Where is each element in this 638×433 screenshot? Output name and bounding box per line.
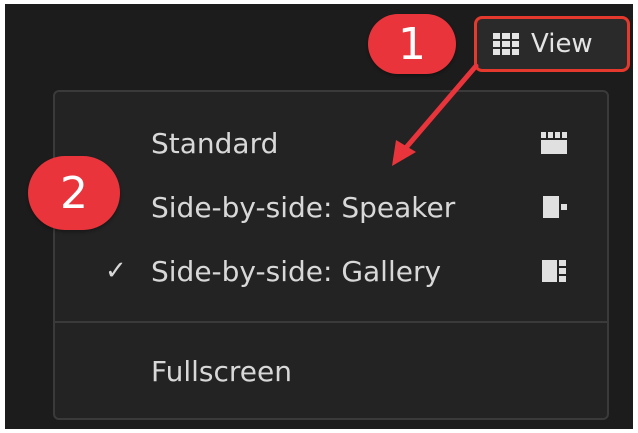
checkmark-icon: ✓ — [105, 256, 127, 286]
gallery-layout-icon — [542, 260, 566, 282]
view-menu: Standard Side-by-side: Speaker ✓ Side-by… — [53, 90, 609, 420]
menu-item-label: Side-by-side: Gallery — [151, 254, 442, 288]
speaker-layout-icon — [543, 196, 567, 218]
grid-icon — [493, 33, 519, 55]
menu-item-label: Side-by-side: Speaker — [151, 190, 456, 224]
menu-item-side-by-side-speaker[interactable]: Side-by-side: Speaker — [55, 176, 607, 238]
menu-item-standard[interactable]: Standard — [55, 112, 607, 174]
menu-item-label: Standard — [151, 126, 279, 160]
menu-item-label: Fullscreen — [151, 354, 292, 388]
view-button[interactable]: View — [474, 16, 630, 72]
menu-divider — [55, 321, 607, 323]
view-button-label: View — [531, 29, 593, 59]
standard-layout-icon — [541, 132, 567, 154]
menu-item-side-by-side-gallery[interactable]: ✓ Side-by-side: Gallery — [55, 240, 607, 302]
step-2-badge: 2 — [28, 156, 120, 230]
menu-item-fullscreen[interactable]: Fullscreen — [55, 340, 607, 402]
step-1-badge: 1 — [368, 14, 456, 74]
